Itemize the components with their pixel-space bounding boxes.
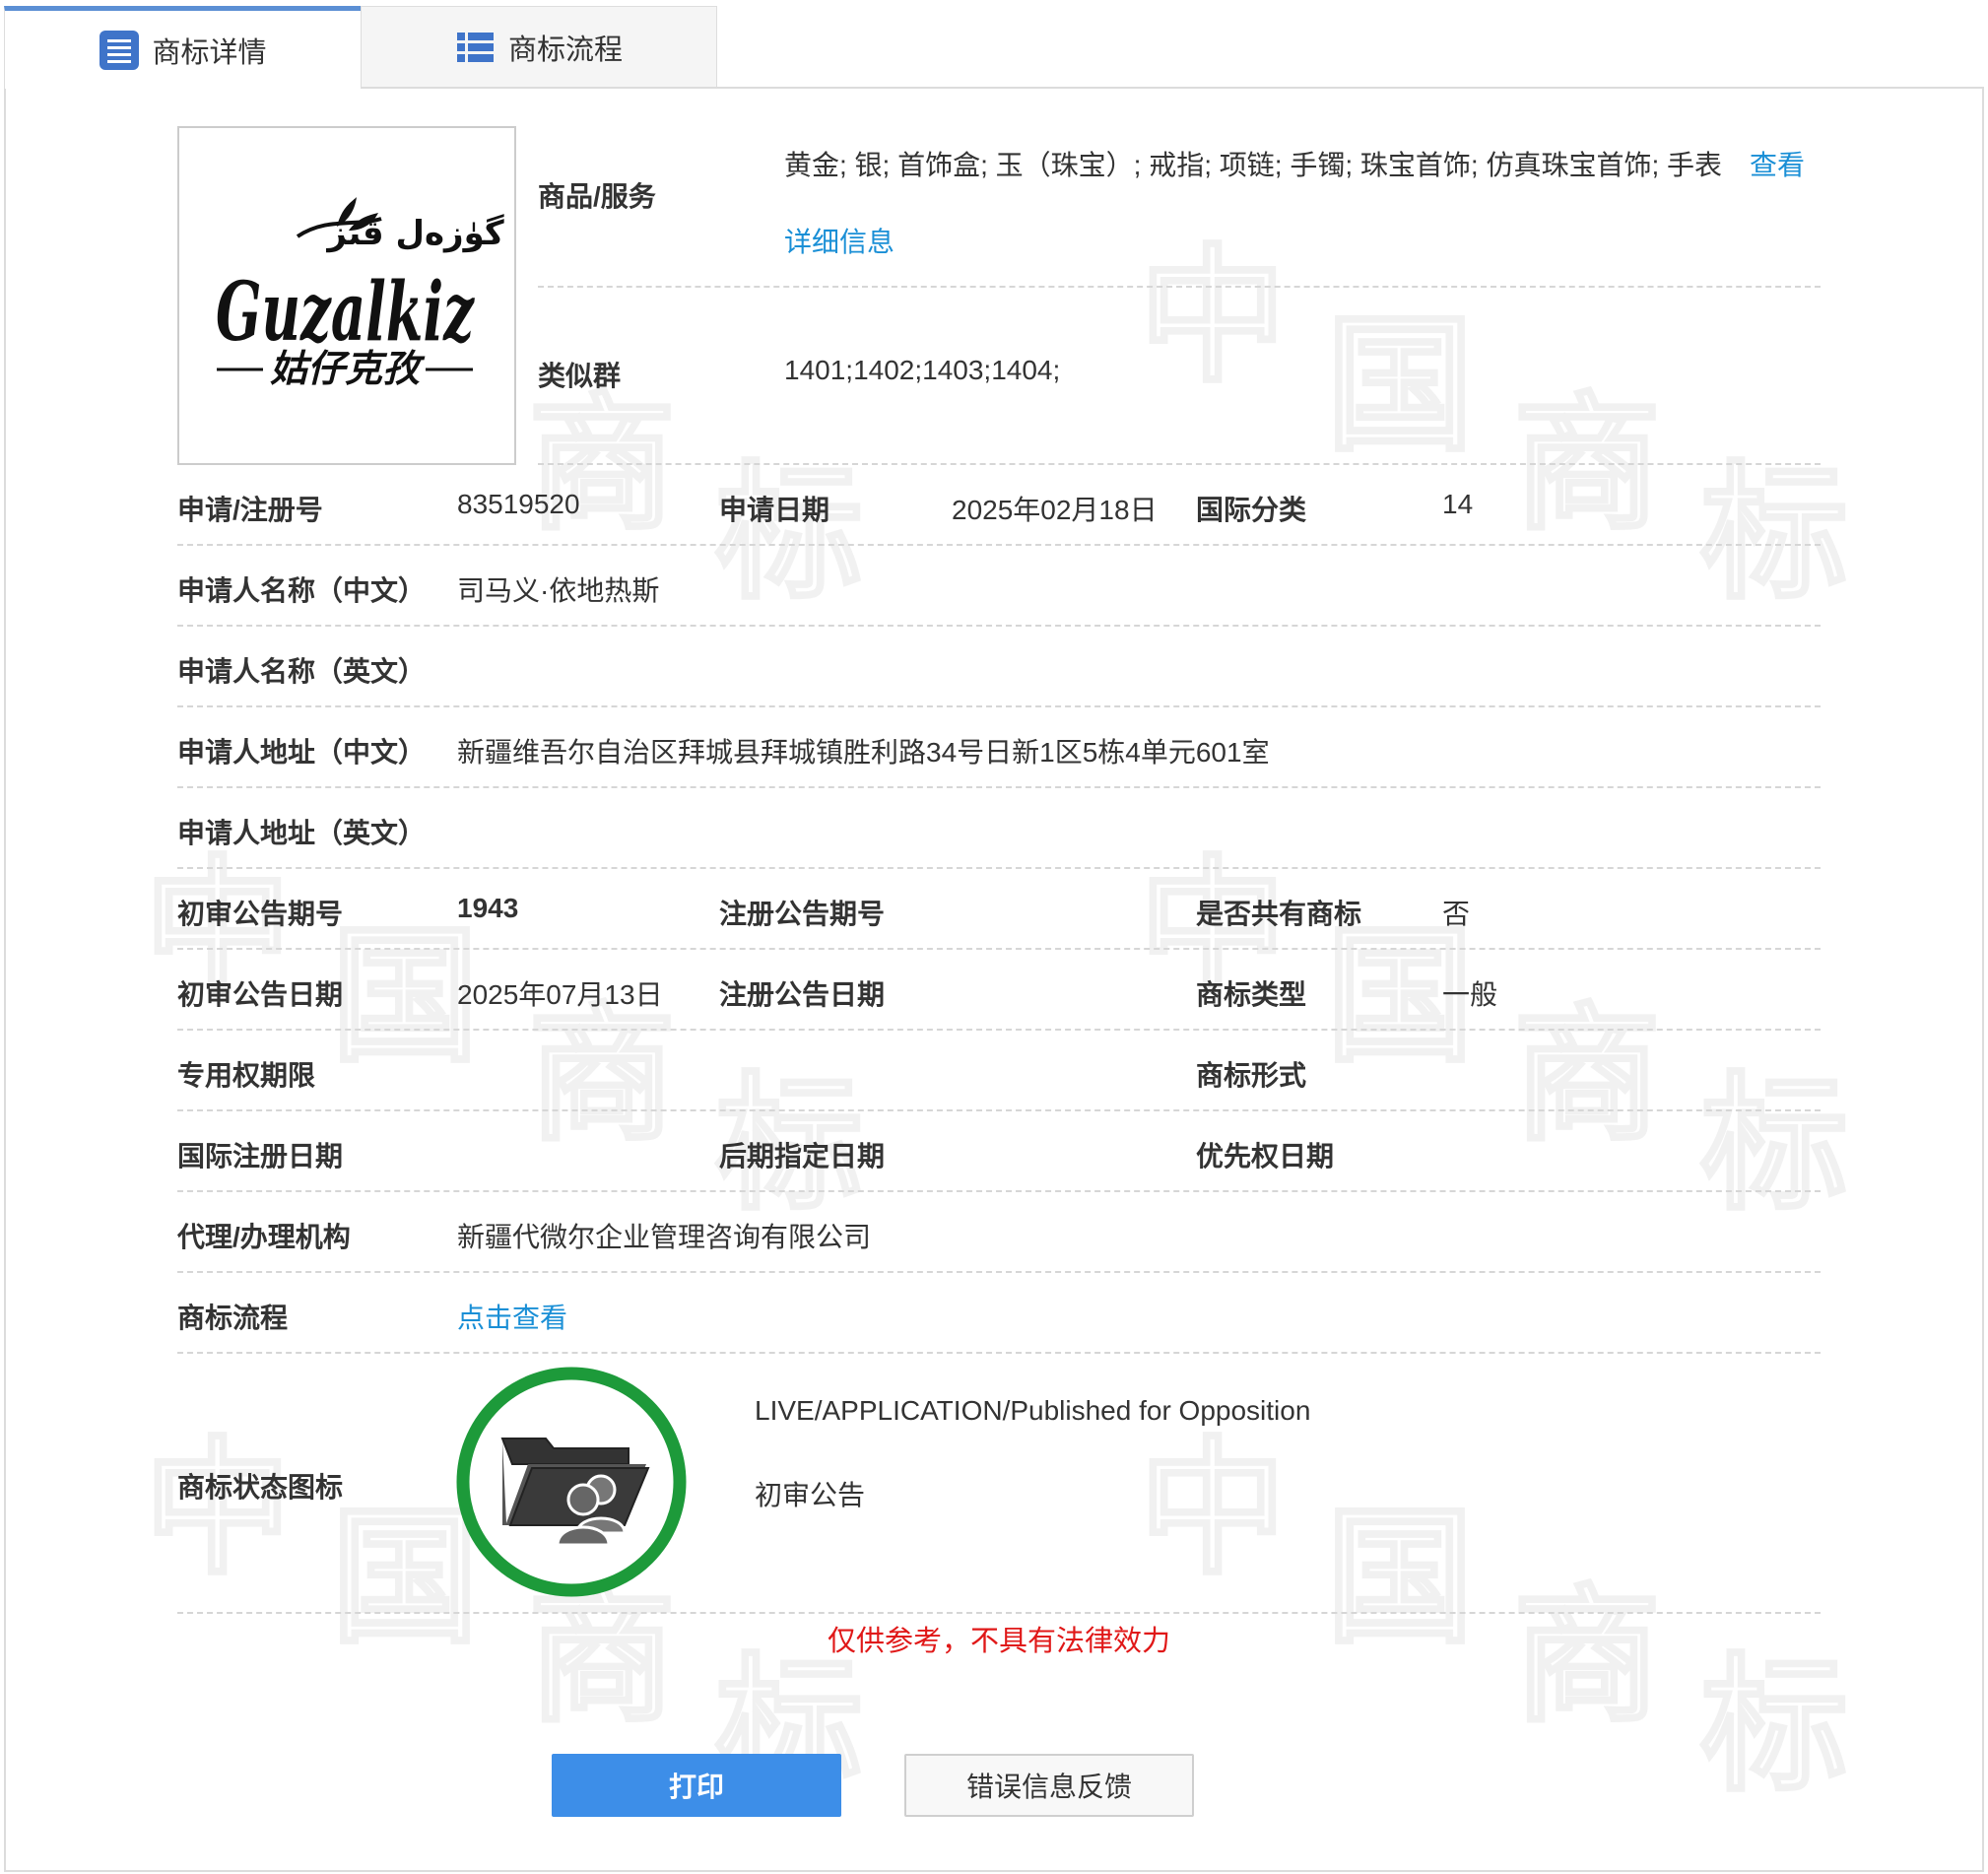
table-row: 商标流程 点击查看 (177, 1275, 1821, 1354)
table-row: 代理/办理机构 新疆代微尔企业管理咨询有限公司 (177, 1194, 1821, 1273)
goods-services-label: 商品/服务 (538, 181, 656, 212)
address-en-label: 申请人地址（英文） (177, 818, 427, 848)
list-flow-icon (456, 32, 494, 62)
applicant-cn-label: 申请人名称（中文） (177, 575, 427, 606)
trademark-image: گۈزەل قىز Guzalkiz 姑仔克孜 (177, 126, 516, 465)
status-folder-icon (456, 1367, 687, 1597)
tab-trademark-flow[interactable]: 商标流程 (361, 6, 717, 87)
applicant-cn-value: 司马义·依地热斯 (457, 575, 660, 606)
intl-class-label: 国际分类 (1196, 495, 1307, 525)
table-row: 申请/注册号 83519520 申请日期 2025年02月18日 国际分类 14 (177, 467, 1821, 546)
agency-label: 代理/办理机构 (177, 1222, 351, 1252)
prelim-issue-label: 初审公告期号 (177, 899, 344, 929)
table-row: 申请人地址（中文） 新疆维吾尔自治区拜城县拜城镇胜利路34号日新1区5栋4单元6… (177, 709, 1821, 788)
tab-trademark-detail[interactable]: 商标详情 (4, 6, 361, 89)
apply-date-value: 2025年02月18日 (952, 495, 1158, 525)
logo-chinese-text: 姑仔克孜 (270, 347, 426, 390)
print-button[interactable]: 打印 (552, 1754, 841, 1817)
reg-no-value: 83519520 (457, 489, 580, 519)
mark-type-label: 商标类型 (1196, 979, 1307, 1010)
logo-arabic-text: گۈزەل قىز (325, 214, 504, 253)
prelim-date-label: 初审公告日期 (177, 979, 344, 1010)
table-row: 初审公告期号 1943 注册公告期号 是否共有商标 否 (177, 871, 1821, 950)
reg-issue-label: 注册公告期号 (719, 899, 886, 929)
address-cn-value: 新疆维吾尔自治区拜城县拜城镇胜利路34号日新1区5栋4单元601室 (457, 737, 1270, 768)
intl-class-value: 14 (1442, 489, 1474, 519)
status-label: 商标状态图标 (177, 1472, 344, 1503)
trademark-logo: گۈزەل قىز Guzalkiz 姑仔克孜 (216, 197, 504, 390)
error-feedback-button[interactable]: 错误信息反馈 (904, 1754, 1194, 1817)
prelim-date-value: 2025年07月13日 (457, 979, 663, 1010)
applicant-en-label: 申请人名称（英文） (177, 656, 427, 687)
shared-mark-label: 是否共有商标 (1196, 899, 1362, 929)
goods-services-value: 黄金; 银; 首饰盒; 玉（珠宝）; 戒指; 项链; 手镯; 珠宝首饰; 仿真珠… (784, 150, 1723, 180)
similar-group-value: 1401;1402;1403;1404; (784, 355, 1061, 385)
mark-form-label: 商标形式 (1196, 1060, 1307, 1091)
table-row: 专用权期限 商标形式 (177, 1033, 1821, 1111)
priority-date-label: 优先权日期 (1196, 1141, 1335, 1171)
legal-disclaimer: 仅供参考，不具有法律效力 (827, 1626, 1170, 1657)
list-detail-icon (99, 30, 140, 70)
exclusive-period-label: 专用权期限 (177, 1060, 316, 1091)
apply-date-label: 申请日期 (719, 495, 830, 525)
prelim-issue-value: 1943 (457, 893, 519, 923)
table-row: 申请人地址（英文） (177, 790, 1821, 869)
status-row: 商标状态图标 LIVE/APPLICATION/Published for Op… (177, 1356, 1821, 1614)
intl-reg-date-label: 国际注册日期 (177, 1141, 344, 1171)
tab-label: 商标详情 (152, 36, 267, 69)
table-row: 国际注册日期 后期指定日期 优先权日期 (177, 1113, 1821, 1192)
tab-bar: 商标详情 商标流程 (4, 6, 717, 89)
status-text-en: LIVE/APPLICATION/Published for Oppositio… (755, 1395, 1311, 1426)
reg-no-label: 申请/注册号 (177, 495, 323, 525)
status-text-cn: 初审公告 (755, 1480, 866, 1510)
goods-services-row: 商品/服务 黄金; 银; 首饰盒; 玉（珠宝）; 戒指; 项链; 手镯; 珠宝首… (538, 126, 1821, 288)
mark-type-value: 一般 (1442, 979, 1498, 1010)
address-cn-label: 申请人地址（中文） (177, 737, 427, 768)
goods-view-link[interactable]: 查看 (1750, 144, 1805, 183)
similar-group-row: 类似群 1401;1402;1403;1404; (538, 290, 1821, 465)
tab-label: 商标流程 (507, 33, 623, 66)
later-date-label: 后期指定日期 (719, 1141, 886, 1171)
table-row: 初审公告日期 2025年07月13日 注册公告日期 商标类型 一般 (177, 952, 1821, 1031)
similar-group-label: 类似群 (538, 361, 622, 391)
detail-panel: 中 国 商 标 商 标 中 国 商 标 中 国 商 标 中 国 商 标 中 国 … (4, 87, 1984, 1872)
flow-view-link[interactable]: 点击查看 (457, 1297, 567, 1336)
reg-date-label: 注册公告日期 (719, 979, 886, 1010)
flow-label: 商标流程 (177, 1303, 289, 1333)
shared-mark-value: 否 (1442, 899, 1471, 929)
logo-latin-text: Guzalkiz (216, 265, 475, 360)
goods-detail-link[interactable]: 详细信息 (784, 221, 895, 260)
table-row: 申请人名称（英文） (177, 629, 1821, 707)
agency-value: 新疆代微尔企业管理咨询有限公司 (457, 1222, 872, 1252)
table-row: 申请人名称（中文） 司马义·依地热斯 (177, 548, 1821, 627)
